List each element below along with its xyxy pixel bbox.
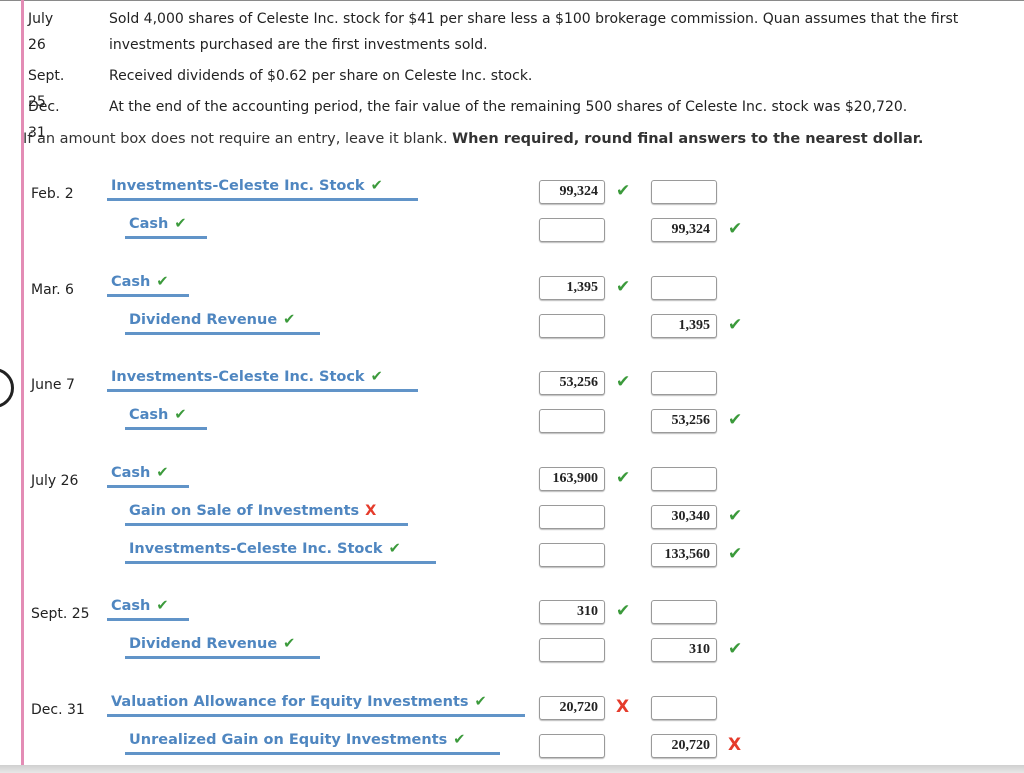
entry-date: Dec. 31 (31, 702, 85, 718)
check-icon: ✔ (453, 732, 466, 748)
account-name: Cash (111, 598, 151, 614)
event-date: July 26 (28, 11, 54, 53)
credit-account-field[interactable]: Gain on Sale of Investments X (125, 501, 408, 526)
debit-account-field[interactable]: Cash ✔ (107, 272, 189, 297)
check-icon: ✔ (616, 372, 631, 392)
debit-amount-input[interactable]: 53,256 (539, 371, 605, 395)
credit-amount-input[interactable]: 133,560 (651, 543, 717, 567)
check-icon: ✔ (616, 277, 631, 297)
account-name: Investments-Celeste Inc. Stock (111, 178, 365, 194)
account-name: Investments-Celeste Inc. Stock (111, 369, 365, 385)
check-icon: ✔ (156, 274, 169, 290)
debit-account-field[interactable]: Valuation Allowance for Equity Investmen… (107, 692, 525, 717)
check-icon: ✔ (728, 544, 743, 564)
entry-date: July 26 (31, 473, 79, 489)
entry-date: Sept. 25 (31, 606, 90, 622)
check-icon: ✔ (616, 468, 631, 488)
debit-amount-input[interactable]: 310 (539, 600, 605, 624)
check-icon: ✔ (728, 315, 743, 335)
debit-amount-input[interactable]: 20,720 (539, 696, 605, 720)
check-icon: ✔ (474, 694, 487, 710)
account-name: Valuation Allowance for Equity Investmen… (111, 694, 469, 710)
credit-amount-input[interactable]: 20,720 (651, 734, 717, 758)
credit-amount-input[interactable]: 1,395 (651, 314, 717, 338)
account-name: Unrealized Gain on Equity Investments (129, 732, 448, 748)
debit-account-field[interactable]: Cash ✔ (107, 463, 189, 488)
account-name: Cash (129, 216, 169, 232)
top-divider (0, 0, 1024, 1)
account-name: Investments-Celeste Inc. Stock (129, 541, 383, 557)
instructions-bold: When required, round final answers to th… (452, 131, 924, 147)
credit-account-field[interactable]: Cash ✔ (125, 405, 207, 430)
debit-amount-input[interactable] (539, 543, 605, 567)
check-icon: ✔ (174, 216, 187, 232)
entry-date: Feb. 2 (31, 186, 74, 202)
debit-amount-input[interactable]: 99,324 (539, 180, 605, 204)
account-name: Gain on Sale of Investments (129, 503, 360, 519)
account-name: Cash (129, 407, 169, 423)
debit-amount-input[interactable] (539, 314, 605, 338)
check-icon: ✔ (156, 598, 169, 614)
credit-amount-input[interactable] (651, 696, 717, 720)
credit-account-field[interactable]: Unrealized Gain on Equity Investments ✔ (125, 730, 500, 755)
credit-amount-input[interactable]: 53,256 (651, 409, 717, 433)
cross-icon: X (365, 503, 377, 519)
debit-amount-input[interactable] (539, 505, 605, 529)
cross-icon: X (728, 735, 742, 755)
credit-amount-input[interactable]: 310 (651, 638, 717, 662)
credit-amount-input[interactable] (651, 371, 717, 395)
debit-amount-input[interactable]: 163,900 (539, 467, 605, 491)
entry-date: Mar. 6 (31, 282, 74, 298)
check-icon: ✔ (616, 601, 631, 621)
debit-amount-input[interactable] (539, 218, 605, 242)
entry-date: June 7 (31, 377, 75, 393)
account-name: Dividend Revenue (129, 312, 278, 328)
check-icon: ✔ (728, 506, 743, 526)
credit-account-field[interactable]: Dividend Revenue ✔ (125, 634, 320, 659)
credit-amount-input[interactable]: 30,340 (651, 505, 717, 529)
credit-account-field[interactable]: Investments-Celeste Inc. Stock ✔ (125, 539, 436, 564)
cross-icon: X (616, 697, 630, 717)
check-icon: ✔ (174, 407, 187, 423)
check-icon: ✔ (616, 181, 631, 201)
debit-account-field[interactable]: Cash ✔ (107, 596, 189, 621)
event-text: At the end of the accounting period, the… (109, 99, 908, 115)
debit-amount-input[interactable] (539, 638, 605, 662)
debit-account-field[interactable]: Investments-Celeste Inc. Stock ✔ (107, 367, 418, 392)
check-icon: ✔ (728, 639, 743, 659)
check-icon: ✔ (370, 369, 383, 385)
credit-account-field[interactable]: Dividend Revenue ✔ (125, 310, 320, 335)
instructions: If an amount box does not require an ent… (23, 131, 923, 147)
credit-amount-input[interactable] (651, 180, 717, 204)
debit-amount-input[interactable] (539, 409, 605, 433)
check-icon: ✔ (388, 541, 401, 557)
check-icon: ✔ (283, 312, 296, 328)
debit-amount-input[interactable]: 1,395 (539, 276, 605, 300)
event-text: Received dividends of $0.62 per share on… (109, 68, 533, 84)
bottom-scroll-edge (0, 765, 1024, 773)
check-icon: ✔ (370, 178, 383, 194)
check-icon: ✔ (728, 219, 743, 239)
nav-circle-button[interactable] (0, 368, 14, 408)
credit-amount-input[interactable] (651, 276, 717, 300)
account-name: Dividend Revenue (129, 636, 278, 652)
check-icon: ✔ (156, 465, 169, 481)
credit-account-field[interactable]: Cash ✔ (125, 214, 207, 239)
instructions-text: If an amount box does not require an ent… (23, 131, 453, 147)
debit-amount-input[interactable] (539, 734, 605, 758)
question-sidebar-marker (21, 0, 24, 770)
event-text: Sold 4,000 shares of Celeste Inc. stock … (109, 11, 959, 53)
debit-account-field[interactable]: Investments-Celeste Inc. Stock ✔ (107, 176, 418, 201)
credit-amount-input[interactable]: 99,324 (651, 218, 717, 242)
account-name: Cash (111, 465, 151, 481)
check-icon: ✔ (728, 410, 743, 430)
account-name: Cash (111, 274, 151, 290)
check-icon: ✔ (283, 636, 296, 652)
credit-amount-input[interactable] (651, 467, 717, 491)
credit-amount-input[interactable] (651, 600, 717, 624)
